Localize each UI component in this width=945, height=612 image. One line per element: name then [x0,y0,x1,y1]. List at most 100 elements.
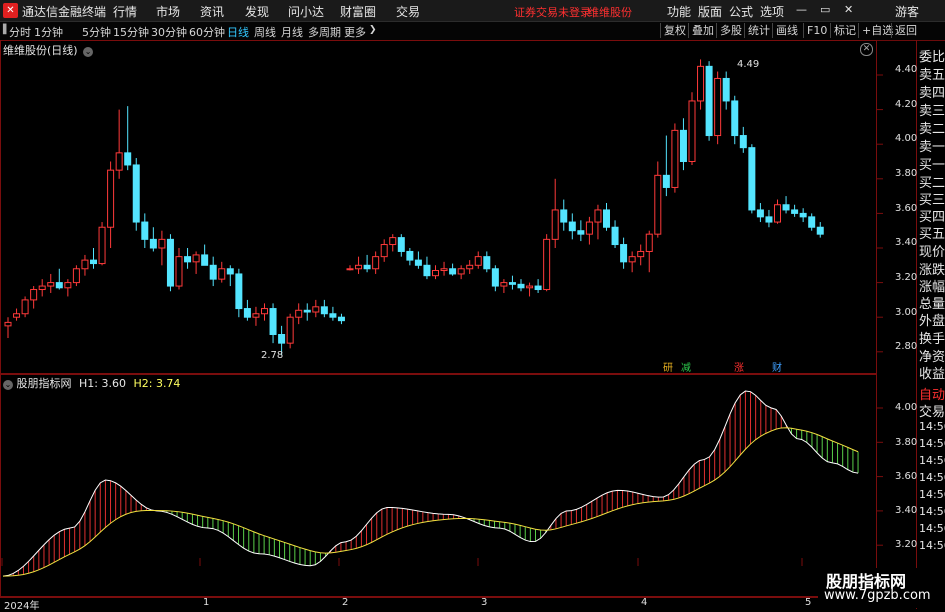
candle-body [611,226,619,246]
candle-body [731,100,739,137]
event-tag-reduce[interactable]: 减 [681,359,691,374]
menu-layout[interactable]: 版面 [698,3,722,20]
adjust-button[interactable]: 复权 [660,23,689,38]
f10-button[interactable]: F10 [803,23,830,38]
restore-icon[interactable]: ▭ [820,3,830,16]
candle-body [756,209,764,218]
candle-body [397,237,405,252]
candle-body [466,264,474,270]
candle-body [714,77,722,137]
candle-body [4,321,12,327]
tick-time: 14:56 [919,420,945,433]
candle-body [30,289,38,301]
event-tag-finance[interactable]: 财 [772,359,782,374]
period-tab-multi[interactable]: 多周期 [308,24,341,40]
site-watermark: 股朋指标网 www.7gpzb.com [818,568,943,608]
menu-news[interactable]: 资讯 [200,3,224,20]
period-tab-60min[interactable]: 60分钟 [189,24,225,40]
period-tab-monthly[interactable]: 月线 [281,24,303,40]
candle-body [389,237,397,246]
menu-market[interactable]: 市场 [156,3,180,20]
stats-button[interactable]: 统计 [744,23,773,38]
candle-body [568,221,576,232]
candle-body [791,209,799,214]
quote-label: 卖五 [919,68,945,83]
candle-body [363,264,371,270]
candle-body [243,308,251,318]
menu-formula[interactable]: 公式 [729,3,753,20]
candle-body [705,65,713,137]
login-warning[interactable]: 证券交易未登录 [514,4,591,20]
indicator-series [2,390,859,577]
chevron-right-icon[interactable]: ❯ [369,25,377,35]
menu-wealth[interactable]: 财富圈 [340,3,376,20]
period-tab-weekly[interactable]: 周线 [254,24,276,40]
overlay-button[interactable]: 叠加 [688,23,717,38]
candle-body [372,256,380,270]
quote-label: 现价 [919,245,945,260]
indicator-y-label: 3.20 [895,539,918,550]
user-label[interactable]: 游客 [895,3,919,20]
candle-body [654,174,662,235]
candle-body [491,268,499,287]
menu-assistant[interactable]: 问小达 [288,3,324,20]
main-y-label: 3.80 [895,168,918,179]
menu-trade[interactable]: 交易 [396,3,420,20]
back-button[interactable]: 返回 [891,23,920,38]
candle-body [816,226,824,235]
chevron-down-icon[interactable]: ⌄ [83,47,94,57]
trade-tab[interactable]: 交易 [919,401,945,420]
x-axis-label: 3 [481,597,488,608]
candle-body [517,283,525,289]
period-tab-more[interactable]: 更多 [344,24,366,40]
indicator-y-label: 3.40 [895,505,918,516]
candle-body [337,316,345,322]
high-price-label: 4.49 [737,59,760,70]
quote-label: 委比 [919,50,945,65]
candle-body [551,209,559,240]
candle-body [406,250,414,261]
x-axis-label: 2024年 [4,601,40,612]
period-tab-5min[interactable]: 5分钟 [82,24,111,40]
candle-body [620,244,628,263]
close-icon[interactable]: ✕ [844,3,853,16]
menu-options[interactable]: 选项 [760,3,784,20]
draw-button[interactable]: 画线 [772,23,801,38]
candle-body [697,65,705,102]
event-tag-limit-up[interactable]: 涨 [734,359,744,374]
candle-body [500,282,508,287]
period-tab-1min[interactable]: 1分钟 [34,24,63,40]
close-chart-icon[interactable]: ✕ [860,43,873,56]
x-axis-label: 4 [641,597,648,608]
menu-discover[interactable]: 发现 [245,3,269,20]
menu-function[interactable]: 功能 [667,3,691,20]
minimize-icon[interactable]: — [796,3,807,16]
menu-quotes[interactable]: 行情 [113,3,137,20]
candle-body [585,221,593,235]
candle-body [739,135,747,149]
indicator-y-label: 3.60 [895,471,918,482]
candle-body [90,259,97,265]
main-y-label: 3.60 [895,203,918,214]
multi-stock-button[interactable]: 多股 [716,23,745,38]
stock-name-link[interactable]: 维维股份 [588,4,632,20]
period-tab-30min[interactable]: 30分钟 [151,24,187,40]
tick-time: 14:56 [919,471,945,484]
candle-body [209,264,217,280]
mark-button[interactable]: 标记 [830,23,859,38]
chevron-down-icon[interactable]: ⌄ [3,380,13,390]
main-y-label: 4.20 [895,99,918,110]
app-logo-icon: ✕ [3,3,18,18]
low-price-label: 2.78 [261,350,284,361]
quote-label: 买五 [919,227,945,242]
period-tab-15min[interactable]: 15分钟 [113,24,149,40]
candle-body [645,233,653,252]
candle-body [722,77,730,102]
period-tab-intraday[interactable]: 分时 [9,24,31,40]
candle-body [603,209,610,228]
main-y-label: 2.80 [895,341,918,352]
period-tab-daily[interactable]: 日线 [227,24,249,40]
indicator-h2-value: H2: 3.74 [133,377,181,390]
event-tag-research[interactable]: 研 [663,359,673,374]
candle-body [508,282,516,285]
